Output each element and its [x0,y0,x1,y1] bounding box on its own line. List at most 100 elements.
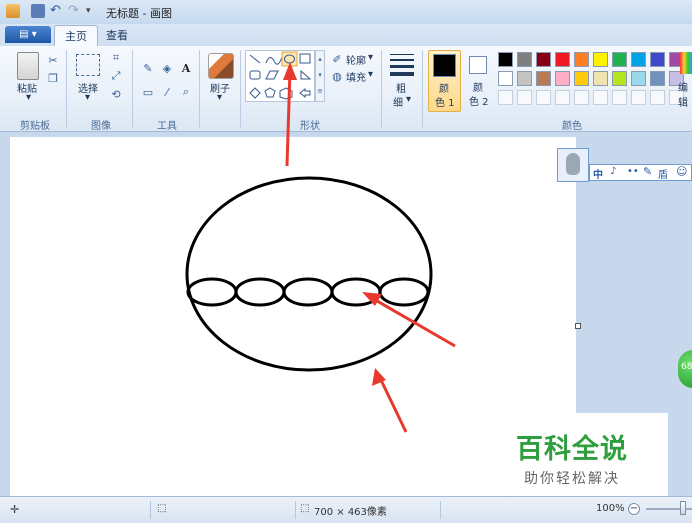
ime-avatar[interactable] [557,148,589,182]
palette-color-swatch[interactable] [536,71,551,86]
color2-button[interactable]: 颜 色 2 [465,50,495,112]
color-picker-icon[interactable]: ⁄ [159,84,175,100]
palette-color-swatch[interactable] [555,52,570,67]
custom-color-slot[interactable] [517,90,532,105]
eraser-icon[interactable]: ▭ [140,84,156,100]
paste-dropdown-arrow[interactable]: ▾ [26,92,31,103]
status-divider [440,501,441,519]
palette-color-swatch[interactable] [612,71,627,86]
rotate-icon[interactable]: ⟲ [108,86,124,102]
palette-color-swatch[interactable] [517,52,532,67]
outline-dropdown-arrow[interactable]: ▾ [368,52,373,63]
status-bar: ✛ ⬚ ⬚ 700 × 463像素 100% − [0,496,692,523]
fill-bucket-icon[interactable]: ◈ [159,60,175,76]
cursor-position-icon: ✛ [10,503,20,516]
paint-app-icon [6,4,20,18]
custom-color-slot[interactable] [536,90,551,105]
tab-view[interactable]: 查看 [96,25,138,46]
palette-color-swatch[interactable] [612,52,627,67]
watermark-subtitle: 助你轻松解决 [524,471,620,487]
palette-color-swatch[interactable] [631,52,646,67]
ime-skin-icon[interactable]: 盾 [658,166,668,181]
copy-icon[interactable]: ❐ [45,70,61,86]
shapes-scroll[interactable]: ▴ ▾ ≡ [315,50,325,102]
magnifier-icon[interactable]: ⌕ [178,84,194,100]
cut-icon[interactable]: ✂ [45,52,61,68]
ime-emoji-icon[interactable]: ☺ [676,165,687,178]
palette-color-swatch[interactable] [574,52,589,67]
custom-color-slot[interactable] [593,90,608,105]
fill-label[interactable]: 填充 [346,69,366,84]
ime-tools-icon[interactable]: ✎ [643,165,652,178]
small-ellipse-shape [282,277,334,307]
ime-halfwidth-icon[interactable]: •• [627,166,639,177]
palette-color-swatch[interactable] [593,52,608,67]
size-label-line1: 粗 [396,84,406,95]
zoom-out-button[interactable]: − [628,503,640,515]
outline-label[interactable]: 轮廓 [346,52,366,67]
ime-chinese-mode[interactable]: 中 [593,166,603,181]
redo-icon[interactable]: ↷ [68,4,82,18]
small-ellipse-shape [378,277,430,307]
color1-label-line2: 色 1 [435,98,455,109]
brush-icon [208,53,234,79]
ime-punctuation-icon[interactable]: ♪ [610,166,616,177]
fill-icon[interactable]: ◍ [329,68,345,84]
brushes-dropdown-arrow[interactable]: ▾ [217,92,222,103]
palette-color-swatch[interactable] [650,71,665,86]
palette-color-swatch[interactable] [574,71,589,86]
undo-icon[interactable]: ↶ [50,4,64,18]
status-divider [295,501,296,519]
custom-color-slot[interactable] [631,90,646,105]
palette-color-swatch[interactable] [593,71,608,86]
canvas-resize-handle[interactable] [575,323,581,329]
palette-color-swatch[interactable] [650,52,665,67]
shapes-gallery[interactable] [245,50,315,102]
size-button[interactable]: 粗 细 ▾ [388,52,416,112]
edit-colors-button[interactable]: 编辑 [673,50,692,110]
paint-menu-button[interactable]: ▤ ▾ [5,26,51,43]
select-button[interactable] [76,54,100,76]
palette-color-swatch[interactable] [536,52,551,67]
paste-button[interactable] [13,52,41,82]
canvas-size-text: 700 × 463像素 [314,507,387,518]
custom-color-slot[interactable] [650,90,665,105]
palette-color-swatch[interactable] [555,71,570,86]
ribbon-divider [199,50,200,128]
watermark: 百科全说 助你轻松解决 [494,413,668,496]
zoom-level: 100% [596,503,625,514]
crop-icon[interactable]: ⌗ [108,50,124,66]
save-icon[interactable] [31,4,45,18]
size-label-line2: 细 [393,98,403,109]
palette-color-swatch[interactable] [631,71,646,86]
small-ellipse-shape [234,277,286,307]
colors-group-label: 颜色 [562,121,582,132]
drawing-canvas[interactable] [10,137,581,501]
zoom-slider-thumb[interactable] [680,501,686,515]
palette-color-swatch[interactable] [498,71,513,86]
fill-dropdown-arrow[interactable]: ▾ [368,69,373,80]
custom-color-slot[interactable] [498,90,513,105]
brushes-button[interactable] [207,52,234,79]
color2-swatch [469,56,487,74]
color1-button[interactable]: 颜 色 1 [428,50,461,112]
title-bar: ↶ ↷ ▾ 无标题 - 画图 [0,0,692,24]
palette-color-swatch[interactable] [517,71,532,86]
select-dropdown-arrow[interactable]: ▾ [85,92,90,103]
custom-color-slot[interactable] [555,90,570,105]
small-ellipse-shape [330,277,382,307]
image-group-label: 图像 [91,121,111,132]
status-divider [150,501,151,519]
palette-color-swatch[interactable] [498,52,513,67]
custom-color-slot[interactable] [612,90,627,105]
tab-home[interactable]: 主页 [54,25,98,47]
customize-toolbar-icon[interactable]: ▾ [86,4,100,18]
shapes-gallery-icons [249,51,312,100]
ribbon: 粘贴 ▾ ✂ ❐ 剪贴板 选择 ▾ ⌗ ⤢ ⟲ 图像 ✎ ◈ A ▭ ⁄ ⌕ 工… [0,46,692,132]
pencil-icon[interactable]: ✎ [140,60,156,76]
drawing-svg [185,176,433,372]
outline-icon[interactable]: ✐ [329,51,345,67]
text-tool-icon[interactable]: A [178,60,194,76]
custom-color-slot[interactable] [574,90,589,105]
resize-icon[interactable]: ⤢ [108,68,124,84]
